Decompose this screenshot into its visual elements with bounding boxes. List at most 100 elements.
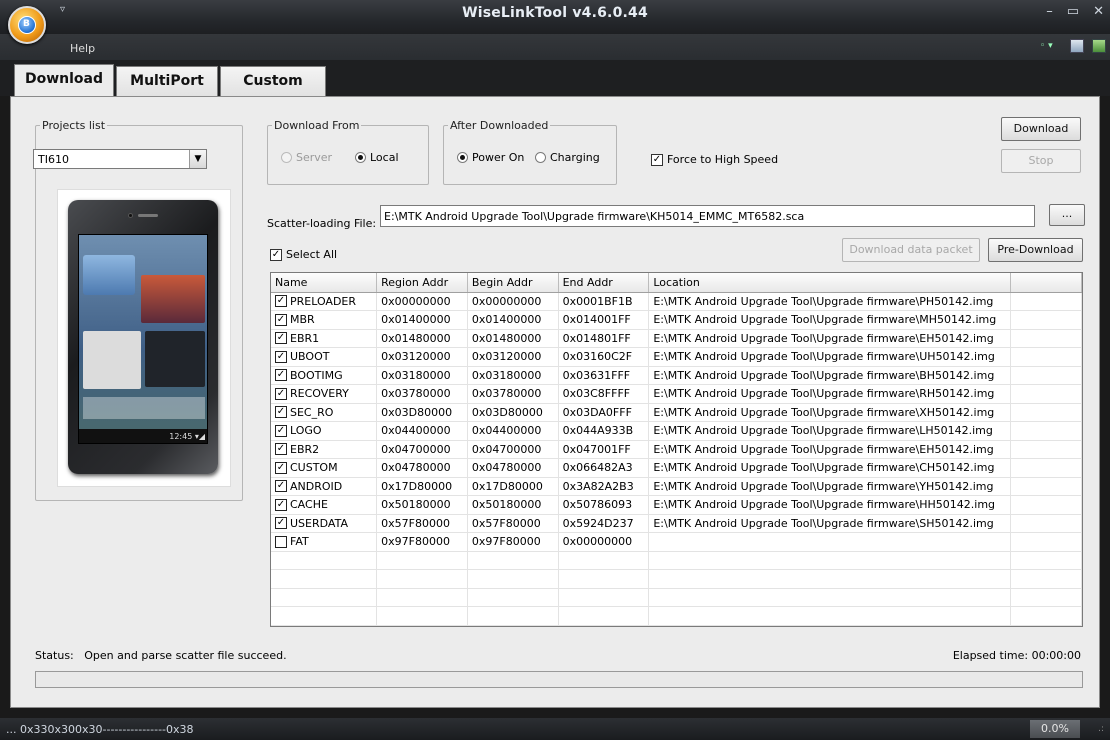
radio-power-on[interactable]: Power On	[457, 151, 524, 164]
cell-begin: 0x03D80000	[467, 403, 559, 422]
cell-name[interactable]: ✓ MBR	[271, 310, 378, 330]
cell-name[interactable]: ✓ CUSTOM	[271, 458, 378, 478]
menu-help[interactable]: Help	[70, 42, 95, 55]
radio-charging[interactable]: Charging	[535, 151, 600, 164]
row-checkbox[interactable]: ✓	[275, 443, 287, 456]
row-checkbox[interactable]: ✓	[275, 332, 287, 345]
table-row[interactable]: ✓ MBR 0x01400000 0x01400000 0x014001FF E:\MTK…	[271, 310, 1082, 330]
close-button[interactable]: ✕	[1093, 4, 1104, 19]
cell-location[interactable]	[648, 532, 1012, 552]
cell-begin: 0x57F80000	[467, 514, 559, 533]
cell-name[interactable]: ✓ EBR1	[271, 329, 378, 348]
row-checkbox[interactable]: ✓	[275, 295, 287, 308]
percent-indicator: 0.0%	[1030, 720, 1080, 738]
maximize-button[interactable]: ▭	[1067, 4, 1079, 19]
cell-location[interactable]: E:\MTK Android Upgrade Tool\Upgrade firm…	[648, 347, 1012, 367]
chevron-down-icon[interactable]: ▼	[189, 150, 206, 168]
cell-name[interactable]: ✓ EBR2	[271, 440, 378, 459]
scatter-file-input[interactable]: E:\MTK Android Upgrade Tool\Upgrade firm…	[380, 205, 1035, 227]
row-checkbox[interactable]: ✓	[275, 480, 287, 493]
cell-name[interactable]: ✓ SEC_RO	[271, 403, 378, 422]
save-icon[interactable]	[1070, 39, 1084, 53]
row-checkbox[interactable]: ✓	[275, 424, 287, 437]
minimize-button[interactable]: –	[1046, 4, 1053, 19]
tab-download[interactable]: Download	[14, 64, 114, 97]
cell-name[interactable]: ✓ BOOTIMG	[271, 366, 378, 385]
row-checkbox[interactable]: ✓	[275, 369, 287, 382]
column-header-location[interactable]: Location	[648, 273, 1012, 293]
table-row[interactable]: ✓ BOOTIMG 0x03180000 0x03180000 0x03631FFF E:…	[271, 366, 1082, 385]
row-checkbox[interactable]: ✓	[275, 461, 287, 474]
cell-region: 0x17D80000	[376, 477, 468, 496]
table-row[interactable]: FAT 0x97F80000 0x97F80000 0x00000000	[271, 532, 1082, 552]
radio-server-label: Server	[296, 151, 333, 164]
table-row[interactable]: ✓ ANDROID 0x17D80000 0x17D80000 0x3A82A2B3 E:…	[271, 477, 1082, 496]
cell-name[interactable]: ✓ LOGO	[271, 421, 378, 441]
cell-region: 0x04400000	[376, 421, 468, 441]
tab-custom[interactable]: Custom	[220, 66, 326, 96]
column-header-name[interactable]: Name	[271, 273, 378, 293]
resize-grip-icon[interactable]: .:	[1098, 724, 1104, 734]
cell-location[interactable]: E:\MTK Android Upgrade Tool\Upgrade firm…	[648, 403, 1012, 422]
table-row[interactable]: ✓ SEC_RO 0x03D80000 0x03D80000 0x03DA0FFF E:\…	[271, 403, 1082, 422]
table-row[interactable]: ✓ CACHE 0x50180000 0x50180000 0x50786093 E:\M…	[271, 495, 1082, 515]
table-row[interactable]: ✓ CUSTOM 0x04780000 0x04780000 0x066482A3 E:\…	[271, 458, 1082, 478]
cell-name[interactable]: ✓ UBOOT	[271, 347, 378, 367]
radio-server[interactable]: Server	[281, 151, 332, 164]
table-row[interactable]: ✓ RECOVERY 0x03780000 0x03780000 0x03C8FFFF E…	[271, 384, 1082, 404]
style-dropdown-icon[interactable]: ◦ ▾	[1040, 39, 1062, 53]
cell-location[interactable]: E:\MTK Android Upgrade Tool\Upgrade firm…	[648, 514, 1012, 533]
download-data-packet-button[interactable]: Download data packet	[842, 238, 980, 262]
network-icon[interactable]	[1092, 39, 1106, 53]
cell-name[interactable]: FAT	[271, 532, 378, 552]
cell-location[interactable]: E:\MTK Android Upgrade Tool\Upgrade firm…	[648, 477, 1012, 496]
row-checkbox[interactable]: ✓	[275, 350, 287, 363]
table-row[interactable]: ✓ USERDATA 0x57F80000 0x57F80000 0x5924D237 E…	[271, 514, 1082, 533]
cell-location[interactable]: E:\MTK Android Upgrade Tool\Upgrade firm…	[648, 310, 1012, 330]
select-all-checkbox[interactable]: ✓ Select All	[270, 248, 337, 261]
cell-location[interactable]: E:\MTK Android Upgrade Tool\Upgrade firm…	[648, 384, 1012, 404]
column-header-region[interactable]: Region Addr	[376, 273, 468, 293]
table-row[interactable]: ✓ EBR2 0x04700000 0x04700000 0x047001FF E:\MT…	[271, 440, 1082, 459]
cell-location[interactable]: E:\MTK Android Upgrade Tool\Upgrade firm…	[648, 495, 1012, 515]
row-checkbox[interactable]: ✓	[275, 313, 287, 326]
row-checkbox[interactable]: ✓	[275, 406, 287, 419]
browse-button[interactable]: ...	[1049, 204, 1085, 226]
column-header-begin[interactable]: Begin Addr	[467, 273, 559, 293]
cell-region: 0x03120000	[376, 347, 468, 367]
cell-region: 0x01400000	[376, 310, 468, 330]
partition-name: UBOOT	[290, 350, 330, 364]
device-preview: 12:45 ▾◢	[57, 189, 231, 487]
cell-location[interactable]: E:\MTK Android Upgrade Tool\Upgrade firm…	[648, 292, 1012, 311]
force-high-speed-checkbox[interactable]: ✓ Force to High Speed	[651, 153, 778, 166]
table-row[interactable]: ✓ PRELOADER 0x00000000 0x00000000 0x0001BF1B…	[271, 292, 1082, 311]
cell-name[interactable]: ✓ ANDROID	[271, 477, 378, 496]
cell-location[interactable]: E:\MTK Android Upgrade Tool\Upgrade firm…	[648, 366, 1012, 385]
tab-multiport[interactable]: MultiPort	[116, 66, 218, 96]
cell-location[interactable]: E:\MTK Android Upgrade Tool\Upgrade firm…	[648, 440, 1012, 459]
row-checkbox[interactable]	[275, 535, 287, 548]
cell-name[interactable]: ✓ CACHE	[271, 495, 378, 515]
table-row[interactable]: ✓ LOGO 0x04400000 0x04400000 0x044A933B E:\MT…	[271, 421, 1082, 441]
pre-download-button[interactable]: Pre-Download	[988, 238, 1083, 262]
radio-local[interactable]: Local	[355, 151, 399, 164]
after-downloaded-legend: After Downloaded	[450, 119, 549, 132]
stop-button[interactable]: Stop	[1001, 149, 1081, 173]
column-header-extra	[1010, 273, 1082, 293]
column-header-end[interactable]: End Addr	[558, 273, 650, 293]
app-logo-icon[interactable]: B	[8, 6, 46, 44]
cell-name[interactable]: ✓ RECOVERY	[271, 384, 378, 404]
partition-table[interactable]: Name Region Addr Begin Addr End Addr Loc…	[270, 272, 1083, 627]
cell-name[interactable]: ✓ PRELOADER	[271, 292, 378, 311]
cell-location[interactable]: E:\MTK Android Upgrade Tool\Upgrade firm…	[648, 421, 1012, 441]
row-checkbox[interactable]: ✓	[275, 387, 287, 400]
table-row[interactable]: ✓ EBR1 0x01480000 0x01480000 0x014801FF E:\MT…	[271, 329, 1082, 348]
row-checkbox[interactable]: ✓	[275, 517, 287, 530]
row-checkbox[interactable]: ✓	[275, 498, 287, 511]
table-row[interactable]: ✓ UBOOT 0x03120000 0x03120000 0x03160C2F E:\M…	[271, 347, 1082, 367]
project-select[interactable]: TI610 ▼	[33, 149, 207, 169]
cell-location[interactable]: E:\MTK Android Upgrade Tool\Upgrade firm…	[648, 458, 1012, 478]
download-button[interactable]: Download	[1001, 117, 1081, 141]
cell-name[interactable]: ✓ USERDATA	[271, 514, 378, 533]
cell-location[interactable]: E:\MTK Android Upgrade Tool\Upgrade firm…	[648, 329, 1012, 348]
